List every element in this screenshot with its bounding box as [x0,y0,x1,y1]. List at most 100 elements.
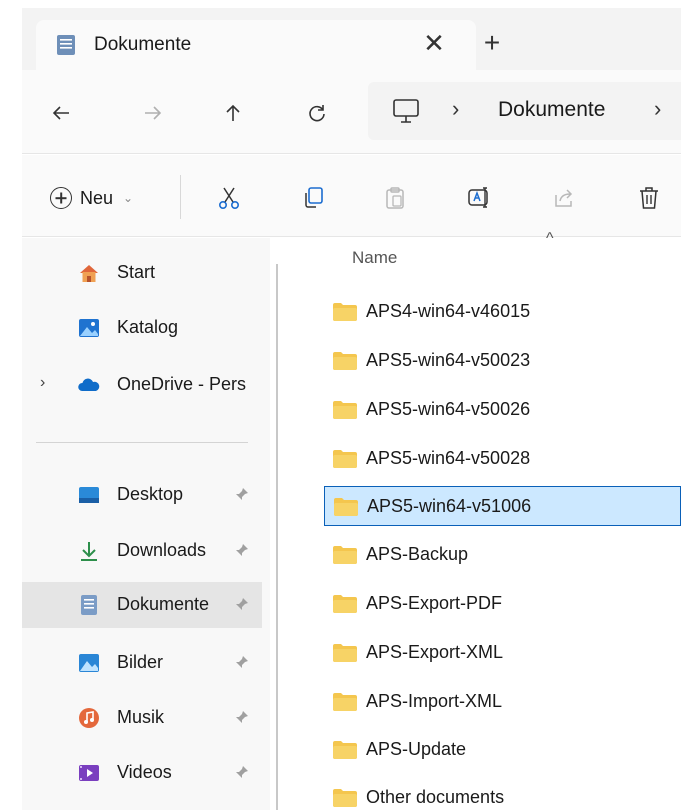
sidebar-item-dokumente[interactable]: Dokumente [22,582,262,628]
file-name: APS-Export-PDF [366,593,503,613]
tab-strip: Dokumente ✕ + [22,8,681,70]
sidebar-divider [36,442,248,443]
sidebar-item-label: OneDrive - Pers [117,374,247,394]
file-name: APS-Update [366,739,467,759]
folder-icon [332,302,358,322]
pin-icon[interactable] [234,654,250,670]
file-name: APS5-win64-v50023 [366,350,531,370]
cut-button[interactable] [212,181,246,215]
file-name: APS5-win64-v50026 [366,399,531,419]
sidebar-item-downloads[interactable]: Downloads [22,528,262,574]
sidebar-item-label: Katalog [117,317,179,337]
documents-icon [56,34,76,56]
chevron-right-icon[interactable]: › [40,374,45,392]
pin-icon[interactable] [234,764,250,780]
refresh-icon [309,105,325,122]
breadcrumb-separator[interactable]: › [452,96,459,122]
paste-button[interactable] [378,181,412,215]
list-item[interactable]: APS5-win64-v50023 [324,341,681,381]
list-item[interactable]: APS-Update [324,730,681,770]
list-item[interactable]: APS5-win64-v50026 [324,390,681,430]
sidebar-item-label: Videos [117,762,172,782]
sidebar-item-label: Bilder [117,652,164,672]
sidebar-item-desktop[interactable]: Desktop [22,472,262,518]
onedrive-icon [78,374,100,396]
address-bar[interactable]: › Dokumente › [368,82,681,140]
list-item[interactable]: APS-Backup [324,535,681,575]
navigation-bar: › Dokumente › [22,70,681,154]
tab-title: Dokumente [94,34,192,55]
sidebar-item-label: Start [117,262,156,282]
share-button[interactable] [547,181,581,215]
pictures-icon [78,652,100,674]
new-button[interactable]: Neu ⌄ [50,183,133,213]
file-name: APS5-win64-v50028 [366,448,531,468]
list-item[interactable]: APS-Export-XML [324,633,681,673]
refresh-button[interactable] [300,96,334,130]
sidebar-item-musik[interactable]: Musik [22,695,262,741]
copy-icon [305,187,323,208]
list-item[interactable]: APS4-win64-v46015 [324,292,681,332]
folder-icon [332,400,358,420]
breadcrumb-separator[interactable]: › [654,96,661,122]
command-bar: Neu ⌄ [22,155,681,237]
file-name: APS4-win64-v46015 [366,301,531,321]
sidebar-item-videos[interactable]: Videos [22,750,262,796]
videos-icon [78,762,100,784]
column-header-name[interactable]: Name [352,248,397,268]
rename-button[interactable] [462,181,496,215]
list-item[interactable]: APS-Export-PDF [324,584,681,624]
file-name: Other documents [366,787,505,807]
sidebar-item-bilder[interactable]: Bilder [22,640,262,686]
pin-icon[interactable] [234,596,250,612]
sidebar-item-start[interactable]: Start [22,250,262,296]
close-tab-button[interactable]: ✕ [419,28,449,58]
pin-icon[interactable] [234,486,250,502]
folder-icon [332,594,358,614]
delete-icon [640,187,658,209]
share-icon [555,189,573,207]
back-button[interactable] [44,96,78,130]
file-name: APS5-win64-v51006 [367,496,532,516]
documents-icon [78,594,100,616]
rename-icon [468,187,488,208]
folder-icon [332,692,358,712]
paste-icon [386,187,404,209]
command-separator [180,175,181,219]
folder-icon [332,740,358,760]
list-item-selected[interactable]: APS5-win64-v51006 [324,486,681,526]
copy-button[interactable] [296,181,330,215]
pin-icon[interactable] [234,542,250,558]
list-item[interactable]: APS-Import-XML [324,682,681,722]
folder-icon [332,351,358,371]
sidebar-item-onedrive[interactable]: › OneDrive - Pers [22,362,262,408]
forward-button[interactable] [136,96,170,130]
folder-icon [332,643,358,663]
list-item[interactable]: APS5-win64-v50028 [324,439,681,479]
delete-button[interactable] [632,181,666,215]
pane-splitter[interactable] [276,264,278,810]
sidebar-item-label: Downloads [117,540,207,560]
sidebar-item-label: Musik [117,707,165,727]
sidebar-item-label: Desktop [117,484,184,504]
pin-icon[interactable] [234,709,250,725]
folder-icon [332,545,358,565]
cut-icon [218,187,240,209]
navigation-pane: Start Katalog › OneDrive - Pers Desktop … [22,238,270,810]
new-tab-button[interactable]: + [477,28,507,58]
file-name: APS-Import-XML [366,691,503,711]
folder-icon [333,497,359,517]
this-pc-icon[interactable] [392,98,420,124]
up-button[interactable] [216,96,250,130]
sidebar-item-katalog[interactable]: Katalog [22,305,262,351]
breadcrumb-dokumente[interactable]: Dokumente [498,98,605,122]
list-item[interactable]: Other documents [324,778,681,810]
tab-dokumente[interactable]: Dokumente ✕ [36,20,476,70]
gallery-icon [78,317,100,339]
file-name: APS-Export-XML [366,642,504,662]
sidebar-item-label: Dokumente [117,594,210,614]
folder-icon [332,788,358,808]
new-button-label: Neu [80,187,114,208]
download-icon [78,540,100,562]
file-name: APS-Backup [366,544,469,564]
